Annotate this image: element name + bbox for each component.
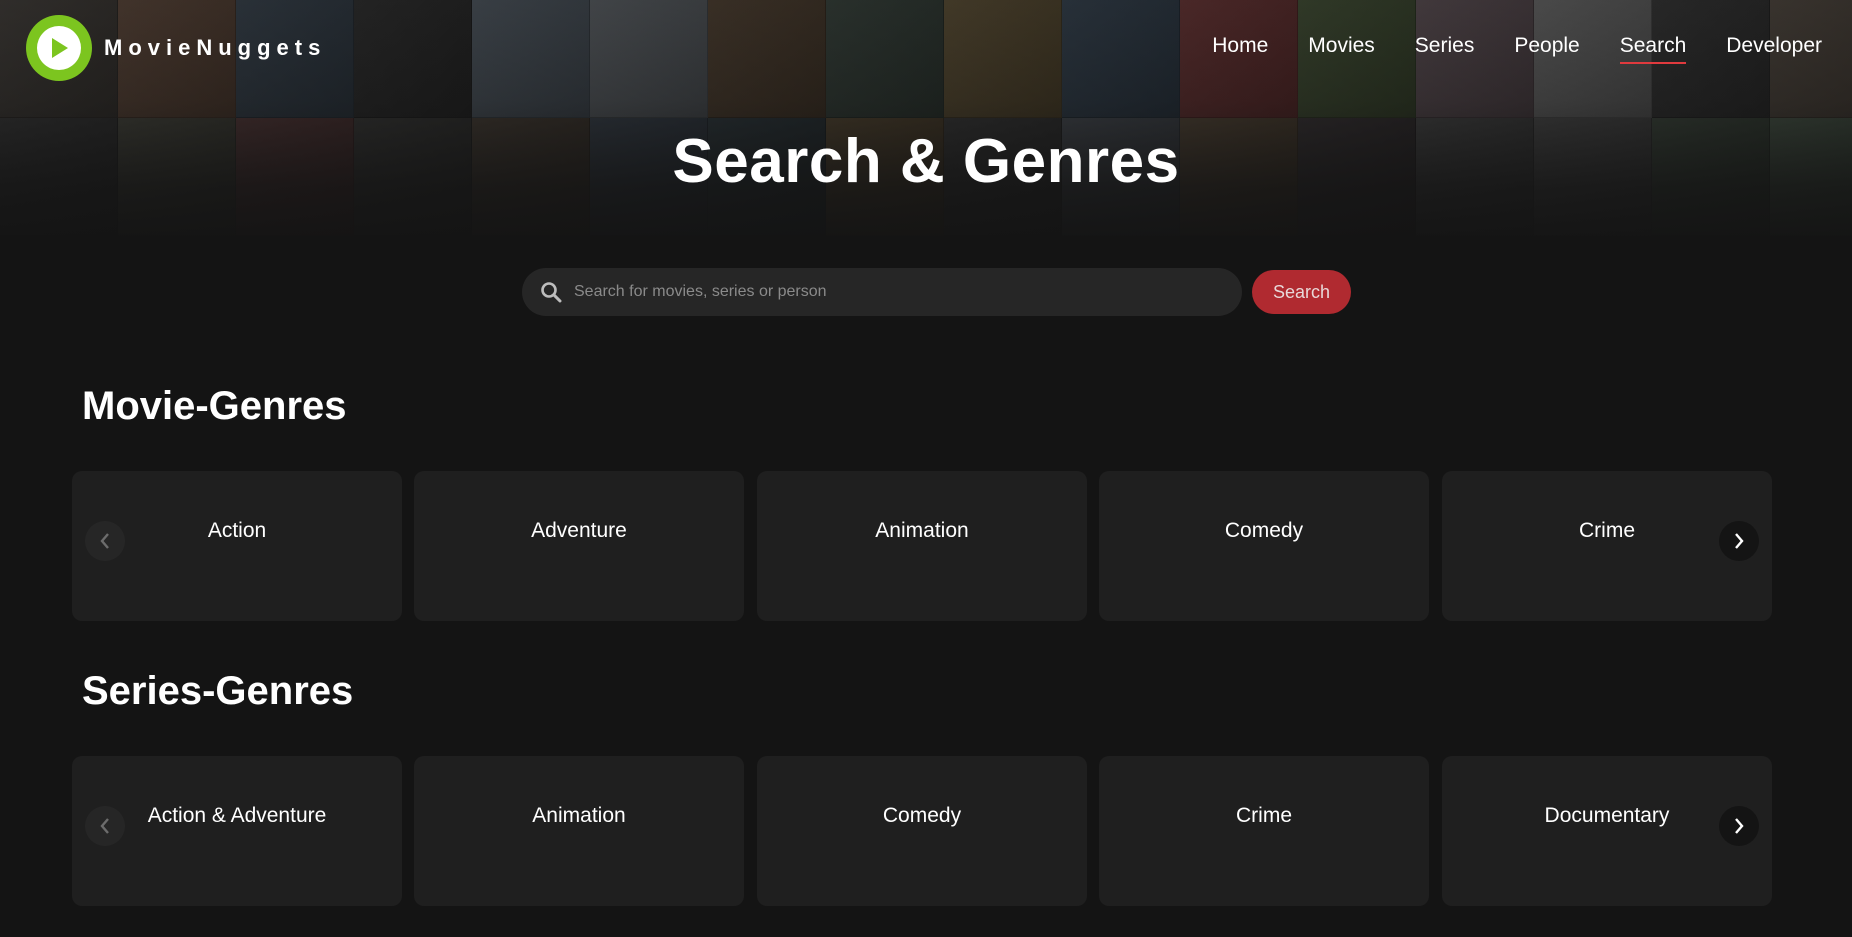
genre-card-comedy[interactable]: Comedy <box>757 756 1087 906</box>
genre-card-adventure[interactable]: Adventure <box>414 471 744 621</box>
genre-label: Animation <box>532 804 626 827</box>
brand-name[interactable]: MovieNuggets <box>104 35 326 61</box>
genre-card-crime[interactable]: Crime <box>1099 756 1429 906</box>
genre-label: Animation <box>875 519 969 542</box>
genre-label: Comedy <box>882 804 962 827</box>
chevron-left-icon <box>100 533 109 549</box>
search-bar[interactable] <box>522 268 1242 316</box>
movie-genres-carousel: Action Adventure Animation Comedy Crime <box>72 471 1772 621</box>
nav-movies[interactable]: Movies <box>1308 34 1375 58</box>
nav-series[interactable]: Series <box>1415 34 1475 58</box>
carousel-next-button[interactable] <box>1719 806 1759 846</box>
chevron-left-icon <box>100 818 109 834</box>
genre-label: Comedy <box>1224 519 1304 542</box>
series-genres-carousel: Action & Adventure Animation Comedy Crim… <box>72 756 1772 906</box>
search-button[interactable]: Search <box>1252 270 1351 314</box>
genre-card-animation[interactable]: Animation <box>414 756 744 906</box>
main-nav: Home Movies Series People Search Develop… <box>1172 34 1822 64</box>
genre-label: Adventure <box>531 519 627 542</box>
brand[interactable]: MovieNuggets <box>26 15 326 81</box>
chevron-right-icon <box>1735 818 1744 834</box>
series-genres-title: Series-Genres <box>82 669 354 713</box>
chevron-right-icon <box>1735 533 1744 549</box>
search-icon <box>541 282 562 303</box>
logo[interactable] <box>26 15 92 81</box>
carousel-next-button[interactable] <box>1719 521 1759 561</box>
play-icon <box>37 26 81 70</box>
nav-search[interactable]: Search <box>1619 34 1686 64</box>
search-input[interactable] <box>574 283 1194 301</box>
nav-developer[interactable]: Developer <box>1726 34 1822 58</box>
page-title: Search & Genres <box>672 127 1180 196</box>
genre-label: Crime <box>1236 804 1292 827</box>
genre-card-animation[interactable]: Animation <box>757 471 1087 621</box>
page: MovieNuggets Home Movies Series People S… <box>0 0 1852 937</box>
genre-card-comedy[interactable]: Comedy <box>1099 471 1429 621</box>
movie-genres-title: Movie-Genres <box>82 384 347 428</box>
top-header: MovieNuggets Home Movies Series People S… <box>0 0 1852 96</box>
carousel-prev-button[interactable] <box>85 521 125 561</box>
nav-home[interactable]: Home <box>1212 34 1268 58</box>
carousel-prev-button[interactable] <box>85 806 125 846</box>
nav-people[interactable]: People <box>1514 34 1579 58</box>
